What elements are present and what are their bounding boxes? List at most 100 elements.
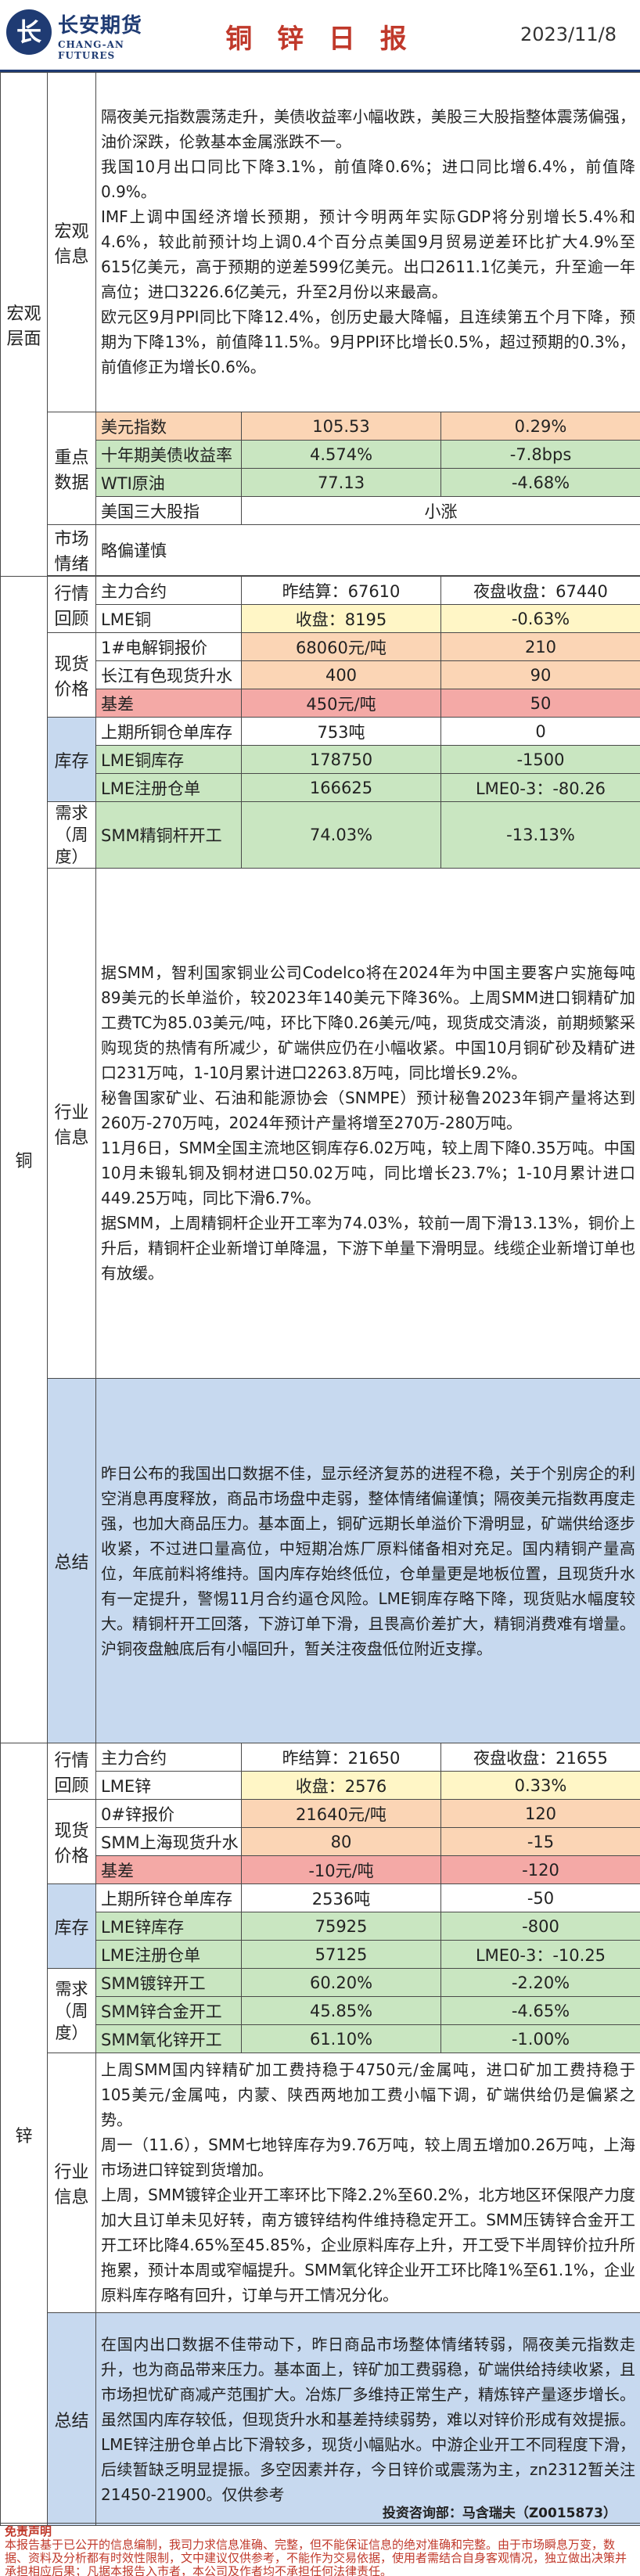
copper-industry-label: 行业信息: [47, 868, 96, 1379]
demand-row-name: SMM锌合金开工: [95, 1996, 242, 2025]
disclaimer-title: 免责声明: [5, 2524, 52, 2538]
zinc-industry-label: 行业信息: [47, 2053, 96, 2313]
zinc-summary-content: 在国内出口数据不佳带动下，昨日商品市场整体情绪转弱，隔夜美元指数走升，也为商品带…: [95, 2312, 640, 2526]
footer: 投资咨询部：马含瑞夫（Z0015873） 免责声明 本报告基于已公开的信息编制，我司…: [0, 2504, 640, 2576]
review-row-name: 主力合约: [95, 1743, 242, 1772]
spot-row-value: 68060元/吨: [241, 632, 441, 661]
zinc-spot-label: 现货价格: [47, 1799, 96, 1884]
spot-row-change: -120: [440, 1855, 640, 1884]
sections: 宏观层面 宏观信息 隔夜美元指数震荡走升，美债收益率小幅收跌，美股三大股指整体震荡偏…: [0, 72, 640, 2526]
zinc-section-label: 锌: [0, 1743, 48, 2526]
zinc-industry-content: 上周SMM国内锌精矿加工费持稳于4750元/金属吨，进口矿加工费持稳于105美元…: [95, 2053, 640, 2313]
spot-row-value: -10元/吨: [241, 1855, 441, 1884]
industry-paragraph: 11月6日，SMM全国主流地区铜库存6.02万吨，较上周下降0.35万吨。中国1…: [101, 1138, 635, 1207]
review-row-name: LME锌: [95, 1771, 242, 1800]
stock-row-value: 2536吨: [241, 1883, 441, 1912]
copper-summary-label: 总结: [47, 1378, 96, 1743]
spot-row-name: 1#电解铜报价: [95, 632, 242, 661]
stock-row-value: 166625: [241, 773, 441, 802]
stock-row-name: 上期所锌仓单库存: [95, 1883, 242, 1912]
spot-row-name: 长江有色现货升水: [95, 660, 242, 689]
copper-demand-label: 需求（周度）: [47, 801, 96, 869]
stock-row-value: 753吨: [241, 717, 441, 746]
report-date: 2023/11/8: [520, 23, 617, 45]
copper-review-label: 行情回顾: [47, 576, 96, 633]
key-row-change: -4.68%: [440, 468, 640, 497]
disclaimer-text: 本报告基于已公开的信息编制，我司力求信息准确、完整，但不能保证信息的绝对准确和完…: [5, 2538, 627, 2576]
spot-row-value: 80: [241, 1827, 441, 1856]
macro-info-paragraph: 隔夜美元指数震荡走升，美债收益率小幅收跌，美股三大股指整体震荡偏强，油价深跌，伦…: [101, 106, 635, 151]
macro-info-label: 宏观信息: [47, 72, 96, 412]
demand-row-change: -4.65%: [440, 1996, 640, 2025]
analyst-credit: 投资咨询部：马含瑞夫（Z0015873）: [382, 2506, 617, 2521]
spot-row-change: 50: [440, 689, 640, 718]
copper-stock-label: 库存: [47, 717, 96, 802]
key-row-change: -7.8bps: [440, 440, 640, 469]
key-row-name: 美元指数: [95, 412, 242, 441]
stock-row-value: 75925: [241, 1912, 441, 1941]
industry-paragraph: 上周，SMM镀锌企业开工率环比下降2.2%至60.2%，北方地区环保限产力度加大…: [101, 2185, 635, 2304]
macro-info-paragraph: 欧元区9月PPI同比下降12.4%，创历史最大降幅，且连续第五个月下降，预期为下…: [101, 307, 635, 376]
disclaimer-box: 免责声明 本报告基于已公开的信息编制，我司力求信息准确、完整，但不能保证信息的绝对…: [0, 2523, 640, 2576]
demand-row-change: -13.13%: [440, 801, 640, 869]
key-row-value: 77.13: [241, 468, 441, 497]
key-row-value: 105.53: [241, 412, 441, 441]
key-row-change: 0.29%: [440, 412, 640, 441]
demand-row-value: 45.85%: [241, 1996, 441, 2025]
review-row-change: 夜盘收盘：21655: [440, 1743, 640, 1772]
stock-row-name: LME铜库存: [95, 745, 242, 774]
spot-row-value: 450元/吨: [241, 689, 441, 718]
zinc-summary-label: 总结: [47, 2312, 96, 2526]
spot-row-value: 400: [241, 660, 441, 689]
report-header: 长 长安期货 CHANG-AN FUTURES 铜 锌 日 报 2023/11/…: [0, 0, 640, 72]
demand-row-name: SMM氧化锌开工: [95, 2024, 242, 2053]
spot-row-change: 120: [440, 1799, 640, 1828]
demand-row-name: SMM镀锌开工: [95, 1968, 242, 1997]
stock-row-name: 上期所铜仓单库存: [95, 717, 242, 746]
page: 长 长安期货 CHANG-AN FUTURES 铜 锌 日 报 2023/11/…: [0, 0, 640, 2576]
industry-paragraph: 上周SMM国内锌精矿加工费持稳于4750元/金属吨，进口矿加工费持稳于105美元…: [101, 2060, 635, 2129]
stock-row-change: LME0-3：-80.26: [440, 773, 640, 802]
industry-paragraph: 据SMM，上周精铜杆企业开工率为74.03%，较前一周下滑13.13%，铜价上升…: [101, 1213, 635, 1283]
spot-row-name: 基差: [95, 1855, 242, 1884]
review-row-value: 昨结算：67610: [241, 576, 441, 605]
key-row-name: 美国三大股指: [95, 496, 242, 525]
sentiment-label: 市场情绪: [47, 524, 96, 576]
review-row-name: LME铜: [95, 604, 242, 633]
review-row-change: 0.33%: [440, 1771, 640, 1800]
stock-row-change: -1500: [440, 745, 640, 774]
stock-row-change: LME0-3：-10.25: [440, 1940, 640, 1969]
stock-row-change: -800: [440, 1912, 640, 1941]
macro-info-content: 隔夜美元指数震荡走升，美债收益率小幅收跌，美股三大股指整体震荡偏强，油价深跌，伦…: [95, 72, 640, 412]
zinc-stock-label: 库存: [47, 1883, 96, 1969]
review-row-value: 昨结算：21650: [241, 1743, 441, 1772]
demand-row-value: 60.20%: [241, 1968, 441, 1997]
key-row-name: 十年期美债收益率: [95, 440, 242, 469]
stock-row-name: LME注册仓单: [95, 773, 242, 802]
stock-row-change: 0: [440, 717, 640, 746]
spot-row-name: 0#锌报价: [95, 1799, 242, 1828]
demand-row-value: 61.10%: [241, 2024, 441, 2053]
industry-paragraph: 周一（11.6），SMM七地锌库存为9.76万吨，较上周五增加0.26万吨，上海…: [101, 2135, 635, 2179]
zinc-review-label: 行情回顾: [47, 1743, 96, 1800]
review-row-change: -0.63%: [440, 604, 640, 633]
copper-spot-label: 现货价格: [47, 632, 96, 718]
spot-row-name: 基差: [95, 689, 242, 718]
stock-row-value: 178750: [241, 745, 441, 774]
report-table: 宏观层面 宏观信息 隔夜美元指数震荡走升，美债收益率小幅收跌，美股三大股指整体震荡偏…: [0, 72, 640, 2526]
copper-summary-content: 昨日公布的我国出口数据不佳，显示经济复苏的进程不稳，关于个别房企的利空消息再度释…: [95, 1378, 640, 1743]
macro-key-label: 重点数据: [47, 412, 96, 525]
zinc-demand-label: 需求（周度）: [47, 1968, 96, 2053]
review-row-name: 主力合约: [95, 576, 242, 605]
demand-row-name: SMM精铜杆开工: [95, 801, 242, 869]
stock-row-change: -50: [440, 1883, 640, 1912]
demand-row-change: -1.00%: [440, 2024, 640, 2053]
copper-industry-content: 据SMM，智利国家铜业公司Codelco将在2024年为中国主要客户实施每吨89…: [95, 868, 640, 1379]
key-row-value: 4.574%: [241, 440, 441, 469]
demand-row-change: -2.20%: [440, 1968, 640, 1997]
review-row-value: 收盘：2576: [241, 1771, 441, 1800]
review-row-change: 夜盘收盘：67440: [440, 576, 640, 605]
stock-row-name: LME锌库存: [95, 1912, 242, 1941]
sentiment-value: 略偏谨慎: [95, 524, 640, 576]
macro-info-paragraph: IMF上调中国经济增长预期，预计今明两年实际GDP将分别增长5.4%和4.6%，…: [101, 207, 635, 301]
